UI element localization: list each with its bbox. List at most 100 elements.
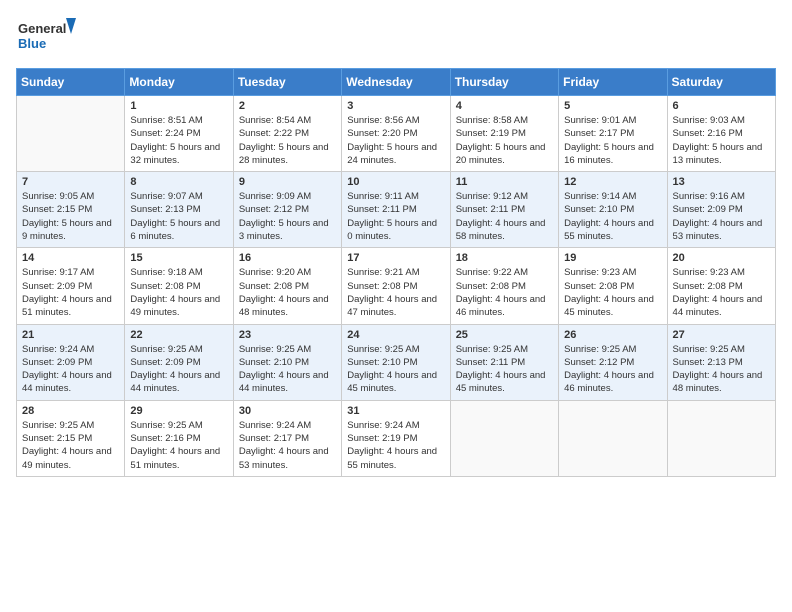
day-number: 19 (564, 252, 661, 264)
svg-text:General: General (18, 21, 66, 36)
day-detail: Sunrise: 9:17 AMSunset: 2:09 PMDaylight:… (22, 266, 119, 319)
calendar-day-cell: 28 Sunrise: 9:25 AMSunset: 2:15 PMDayligh… (17, 400, 125, 476)
svg-text:Blue: Blue (18, 36, 46, 51)
header-sunday: Sunday (17, 69, 125, 96)
day-detail: Sunrise: 9:01 AMSunset: 2:17 PMDaylight:… (564, 114, 661, 167)
day-detail: Sunrise: 9:25 AMSunset: 2:11 PMDaylight:… (456, 343, 553, 396)
day-detail: Sunrise: 9:05 AMSunset: 2:15 PMDaylight:… (22, 190, 119, 243)
day-number: 13 (673, 176, 770, 188)
day-detail: Sunrise: 9:24 AMSunset: 2:17 PMDaylight:… (239, 419, 336, 472)
day-number: 14 (22, 252, 119, 264)
day-detail: Sunrise: 9:25 AMSunset: 2:10 PMDaylight:… (347, 343, 444, 396)
day-detail: Sunrise: 8:56 AMSunset: 2:20 PMDaylight:… (347, 114, 444, 167)
day-number: 22 (130, 329, 227, 341)
calendar-day-cell: 26 Sunrise: 9:25 AMSunset: 2:12 PMDayligh… (559, 324, 667, 400)
header-wednesday: Wednesday (342, 69, 450, 96)
calendar-day-cell: 29Sunrise: 9:25 AMSunset: 2:16 PMDayligh… (125, 400, 233, 476)
calendar-header-row: SundayMondayTuesdayWednesdayThursdayFrid… (17, 69, 776, 96)
day-number: 7 (22, 176, 119, 188)
calendar-table: SundayMondayTuesdayWednesdayThursdayFrid… (16, 68, 776, 477)
calendar-day-cell: 11Sunrise: 9:12 AMSunset: 2:11 PMDayligh… (450, 172, 558, 248)
day-number: 10 (347, 176, 444, 188)
day-detail: Sunrise: 9:16 AMSunset: 2:09 PMDaylight:… (673, 190, 770, 243)
calendar-day-cell: 1 Sunrise: 8:51 AMSunset: 2:24 PMDaylight… (125, 96, 233, 172)
day-detail: Sunrise: 9:09 AMSunset: 2:12 PMDaylight:… (239, 190, 336, 243)
day-number: 4 (456, 100, 553, 112)
day-number: 11 (456, 176, 553, 188)
calendar-day-cell: 10 Sunrise: 9:11 AMSunset: 2:11 PMDayligh… (342, 172, 450, 248)
day-detail: Sunrise: 9:25 AMSunset: 2:13 PMDaylight:… (673, 343, 770, 396)
day-number: 21 (22, 329, 119, 341)
day-detail: Sunrise: 8:51 AMSunset: 2:24 PMDaylight:… (130, 114, 227, 167)
calendar-day-cell (667, 400, 775, 476)
day-detail: Sunrise: 9:23 AMSunset: 2:08 PMDaylight:… (564, 266, 661, 319)
day-number: 17 (347, 252, 444, 264)
calendar-day-cell: 18 Sunrise: 9:22 AMSunset: 2:08 PMDayligh… (450, 248, 558, 324)
header-saturday: Saturday (667, 69, 775, 96)
page-header: GeneralBlue (16, 16, 776, 56)
day-number: 8 (130, 176, 227, 188)
calendar-day-cell: 6Sunrise: 9:03 AMSunset: 2:16 PMDaylight… (667, 96, 775, 172)
day-number: 20 (673, 252, 770, 264)
header-tuesday: Tuesday (233, 69, 341, 96)
day-detail: Sunrise: 9:24 AMSunset: 2:19 PMDaylight:… (347, 419, 444, 472)
calendar-day-cell: 24 Sunrise: 9:25 AMSunset: 2:10 PMDayligh… (342, 324, 450, 400)
day-number: 18 (456, 252, 553, 264)
day-detail: Sunrise: 9:25 AMSunset: 2:16 PMDaylight:… (130, 419, 227, 472)
calendar-day-cell: 14 Sunrise: 9:17 AMSunset: 2:09 PMDayligh… (17, 248, 125, 324)
day-number: 28 (22, 405, 119, 417)
day-number: 23 (239, 329, 336, 341)
day-detail: Sunrise: 8:58 AMSunset: 2:19 PMDaylight:… (456, 114, 553, 167)
day-number: 25 (456, 329, 553, 341)
day-number: 30 (239, 405, 336, 417)
calendar-day-cell: 3 Sunrise: 8:56 AMSunset: 2:20 PMDaylight… (342, 96, 450, 172)
day-detail: Sunrise: 9:07 AMSunset: 2:13 PMDaylight:… (130, 190, 227, 243)
calendar-day-cell: 23 Sunrise: 9:25 AMSunset: 2:10 PMDayligh… (233, 324, 341, 400)
calendar-day-cell: 15Sunrise: 9:18 AMSunset: 2:08 PMDayligh… (125, 248, 233, 324)
day-detail: Sunrise: 9:25 AMSunset: 2:15 PMDaylight:… (22, 419, 119, 472)
calendar-day-cell: 2Sunrise: 8:54 AMSunset: 2:22 PMDaylight… (233, 96, 341, 172)
calendar-week-row: 1 Sunrise: 8:51 AMSunset: 2:24 PMDaylight… (17, 96, 776, 172)
day-number: 16 (239, 252, 336, 264)
day-number: 12 (564, 176, 661, 188)
header-friday: Friday (559, 69, 667, 96)
day-number: 3 (347, 100, 444, 112)
calendar-week-row: 28 Sunrise: 9:25 AMSunset: 2:15 PMDayligh… (17, 400, 776, 476)
day-detail: Sunrise: 9:14 AMSunset: 2:10 PMDaylight:… (564, 190, 661, 243)
day-detail: Sunrise: 9:23 AMSunset: 2:08 PMDaylight:… (673, 266, 770, 319)
calendar-day-cell: 19 Sunrise: 9:23 AMSunset: 2:08 PMDayligh… (559, 248, 667, 324)
day-detail: Sunrise: 8:54 AMSunset: 2:22 PMDaylight:… (239, 114, 336, 167)
day-number: 24 (347, 329, 444, 341)
calendar-day-cell: 7 Sunrise: 9:05 AMSunset: 2:15 PMDaylight… (17, 172, 125, 248)
calendar-week-row: 7 Sunrise: 9:05 AMSunset: 2:15 PMDaylight… (17, 172, 776, 248)
calendar-day-cell: 20 Sunrise: 9:23 AMSunset: 2:08 PMDayligh… (667, 248, 775, 324)
day-detail: Sunrise: 9:25 AMSunset: 2:12 PMDaylight:… (564, 343, 661, 396)
day-detail: Sunrise: 9:18 AMSunset: 2:08 PMDaylight:… (130, 266, 227, 319)
day-number: 27 (673, 329, 770, 341)
calendar-week-row: 14 Sunrise: 9:17 AMSunset: 2:09 PMDayligh… (17, 248, 776, 324)
calendar-day-cell: 31 Sunrise: 9:24 AMSunset: 2:19 PMDayligh… (342, 400, 450, 476)
day-detail: Sunrise: 9:25 AMSunset: 2:10 PMDaylight:… (239, 343, 336, 396)
calendar-day-cell: 16Sunrise: 9:20 AMSunset: 2:08 PMDayligh… (233, 248, 341, 324)
calendar-day-cell: 22Sunrise: 9:25 AMSunset: 2:09 PMDayligh… (125, 324, 233, 400)
day-number: 5 (564, 100, 661, 112)
day-detail: Sunrise: 9:11 AMSunset: 2:11 PMDaylight:… (347, 190, 444, 243)
day-detail: Sunrise: 9:21 AMSunset: 2:08 PMDaylight:… (347, 266, 444, 319)
day-detail: Sunrise: 9:24 AMSunset: 2:09 PMDaylight:… (22, 343, 119, 396)
day-number: 26 (564, 329, 661, 341)
header-monday: Monday (125, 69, 233, 96)
calendar-day-cell: 12 Sunrise: 9:14 AMSunset: 2:10 PMDayligh… (559, 172, 667, 248)
calendar-day-cell: 30 Sunrise: 9:24 AMSunset: 2:17 PMDayligh… (233, 400, 341, 476)
calendar-day-cell: 27 Sunrise: 9:25 AMSunset: 2:13 PMDayligh… (667, 324, 775, 400)
calendar-day-cell: 4 Sunrise: 8:58 AMSunset: 2:19 PMDaylight… (450, 96, 558, 172)
calendar-day-cell: 13 Sunrise: 9:16 AMSunset: 2:09 PMDayligh… (667, 172, 775, 248)
day-detail: Sunrise: 9:03 AMSunset: 2:16 PMDaylight:… (673, 114, 770, 167)
calendar-day-cell (559, 400, 667, 476)
calendar-day-cell: 17 Sunrise: 9:21 AMSunset: 2:08 PMDayligh… (342, 248, 450, 324)
day-number: 31 (347, 405, 444, 417)
day-number: 9 (239, 176, 336, 188)
day-detail: Sunrise: 9:22 AMSunset: 2:08 PMDaylight:… (456, 266, 553, 319)
calendar-day-cell: 8 Sunrise: 9:07 AMSunset: 2:13 PMDaylight… (125, 172, 233, 248)
calendar-day-cell (17, 96, 125, 172)
day-number: 1 (130, 100, 227, 112)
